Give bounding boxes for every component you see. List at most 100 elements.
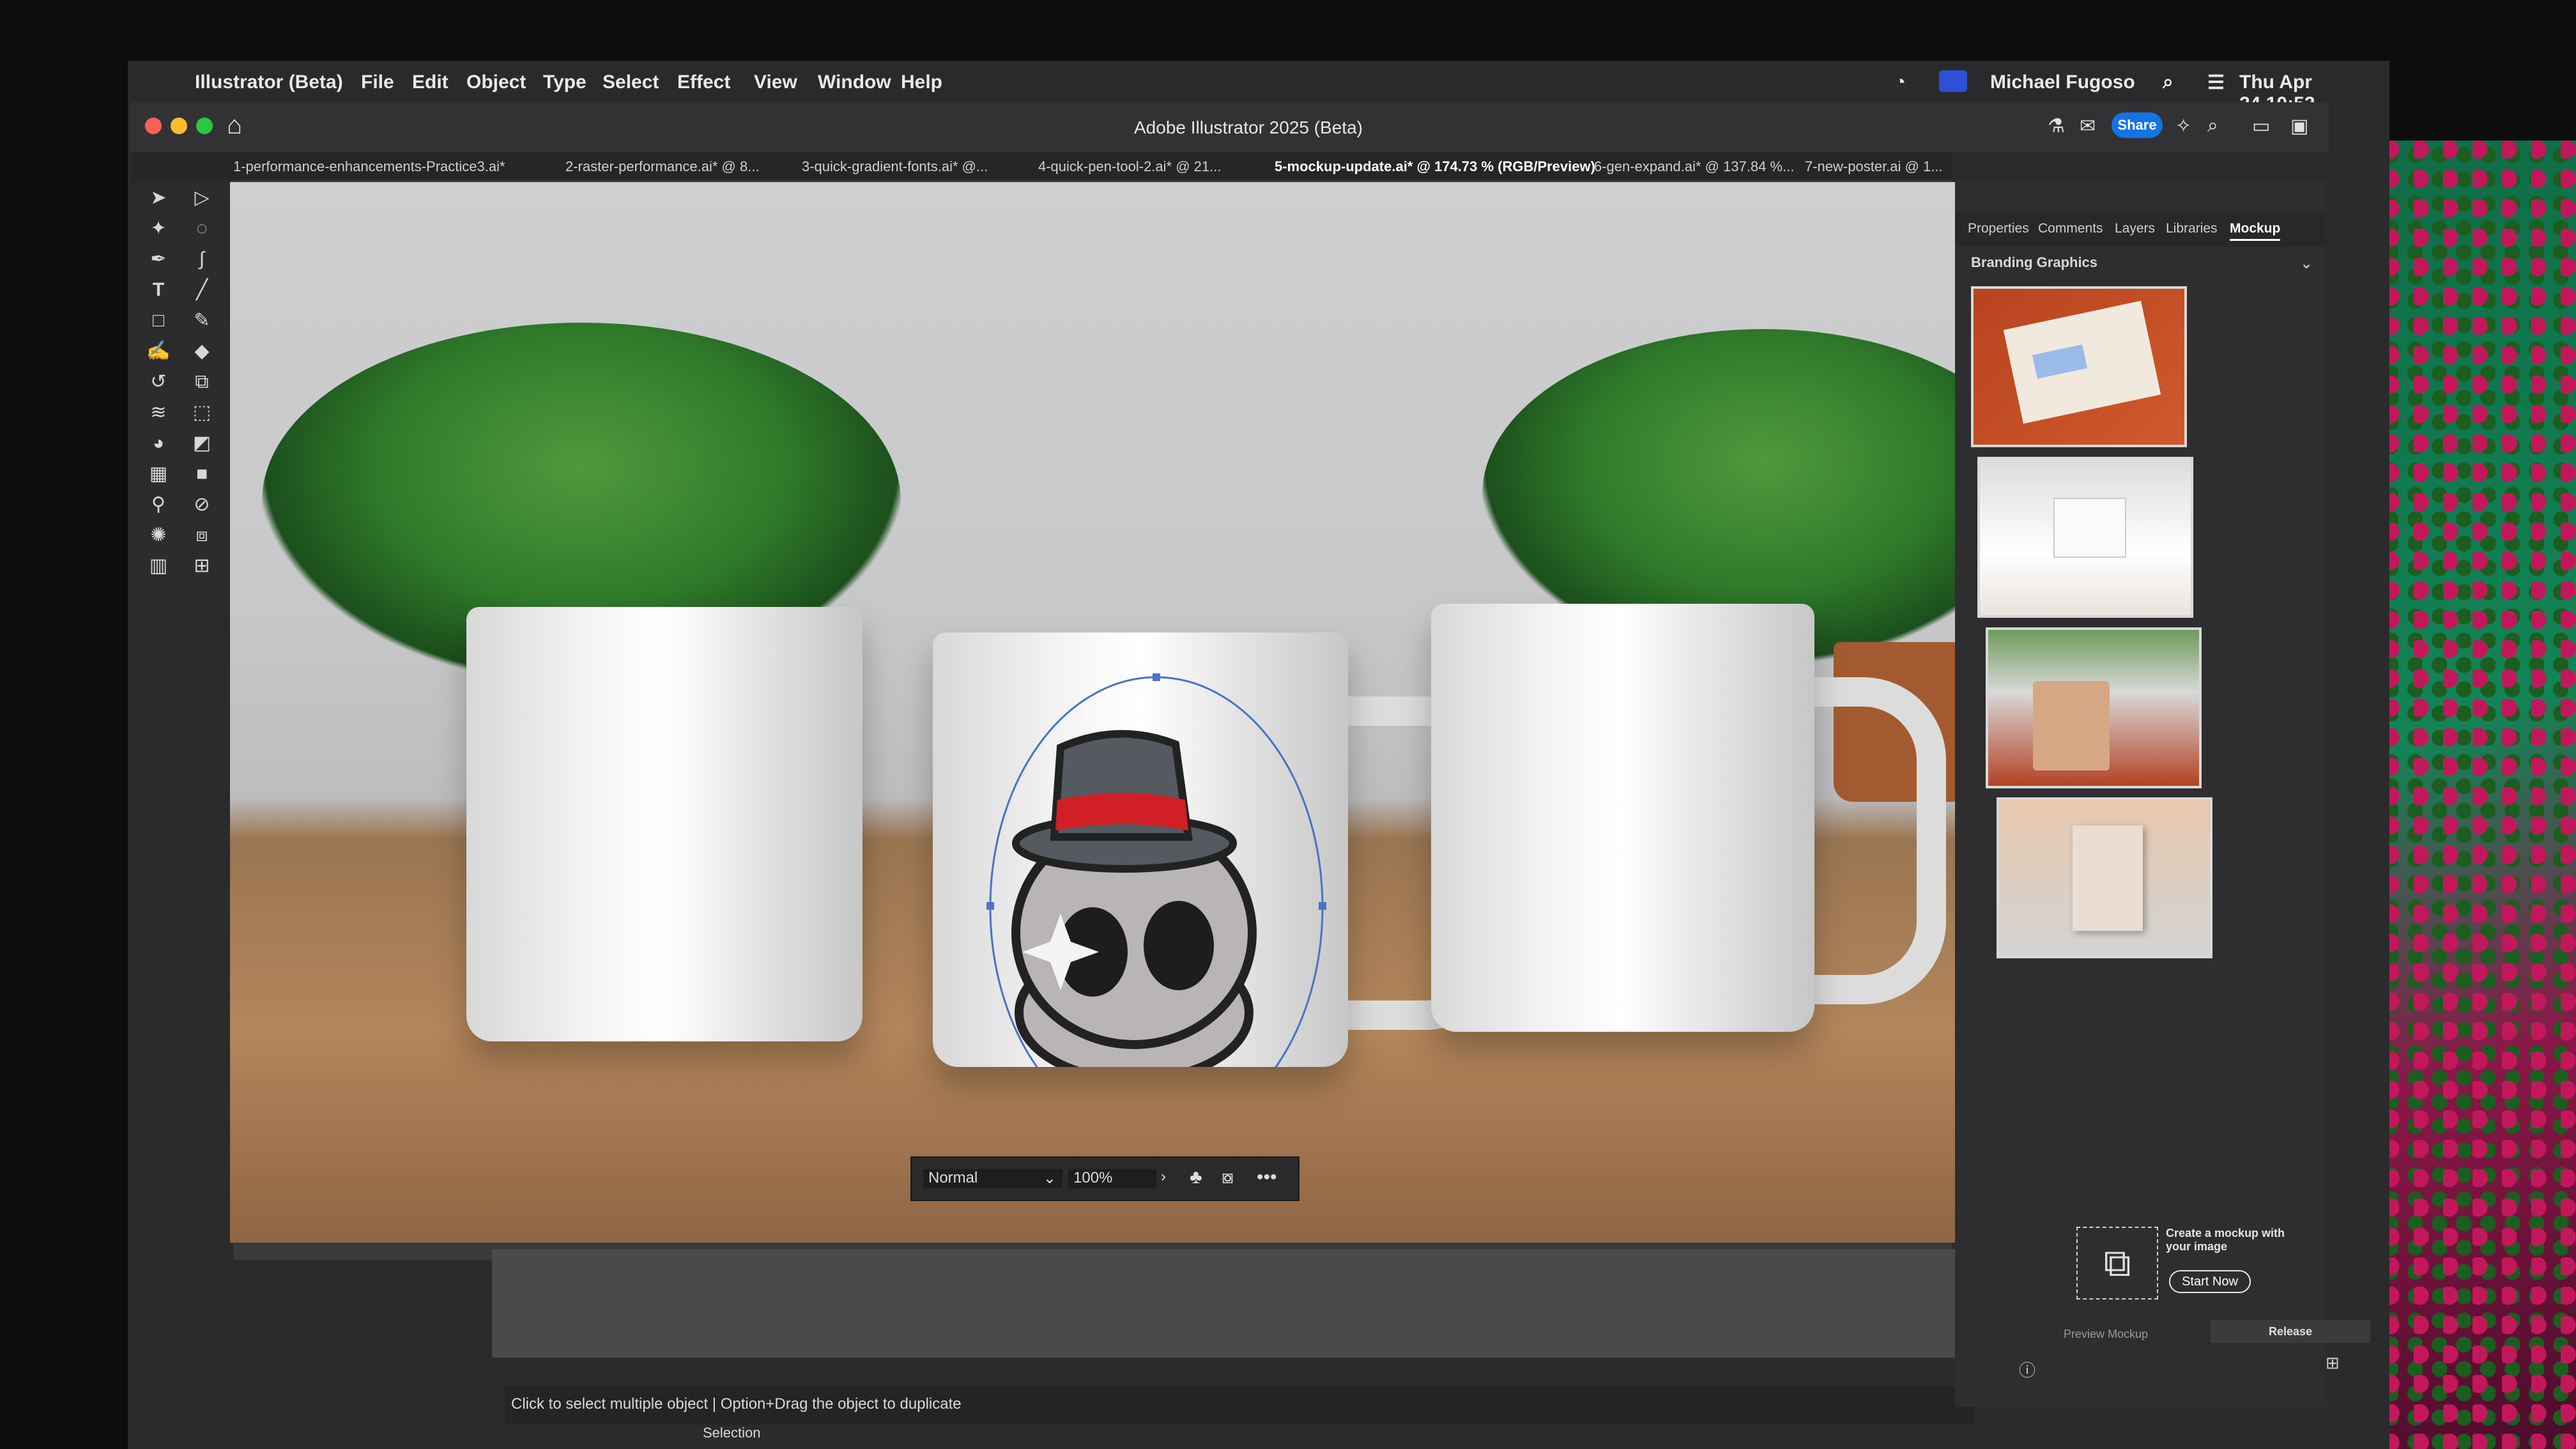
mockup-thumb-tote-bag[interactable] xyxy=(1986,627,2202,788)
mockup-thumb-notebook[interactable] xyxy=(1997,797,2212,958)
paintbrush-tool-icon[interactable]: ✎ xyxy=(188,309,215,332)
mug-left xyxy=(466,607,862,1041)
free-transform-tool-icon[interactable]: ⬚ xyxy=(188,401,215,424)
minimize-window-button[interactable] xyxy=(171,118,187,134)
info-icon[interactable]: ⓘ xyxy=(2019,1358,2035,1381)
menu-object[interactable]: Object xyxy=(466,72,526,93)
comments-icon[interactable]: ✉ xyxy=(2080,115,2096,137)
blend-mode-dropdown[interactable]: Normal ⌄ xyxy=(923,1169,1062,1188)
slice-tool-icon[interactable]: ⧈ xyxy=(188,524,215,547)
user-name[interactable]: Michael Fugoso xyxy=(1990,72,2135,93)
menu-view[interactable]: View xyxy=(754,72,797,93)
blend-mode-value: Normal xyxy=(928,1169,978,1186)
rectangle-tool-icon[interactable]: □ xyxy=(145,309,172,332)
tab-layers[interactable]: Layers xyxy=(2115,221,2155,236)
flask-icon[interactable]: ⚗ xyxy=(2048,115,2065,137)
preview-mockup-button[interactable]: Preview Mockup xyxy=(2064,1328,2148,1341)
panel-tabs: Properties Comments Layers Libraries Moc… xyxy=(1955,211,2326,247)
tote-bag-shape xyxy=(2033,681,2110,770)
tab-libraries[interactable]: Libraries xyxy=(2166,221,2218,236)
mesh-tool-icon[interactable]: ▦ xyxy=(145,463,172,486)
mockup-upload-icon[interactable]: ⧉ xyxy=(2076,1227,2158,1300)
line-tool-icon[interactable]: ╱ xyxy=(188,279,215,302)
tab-doc-3[interactable]: 3-quick-gradient-fonts.ai* @... xyxy=(802,158,988,175)
tab-doc-2[interactable]: 2-raster-performance.ai* @ 8... xyxy=(565,158,760,175)
recolor-icon[interactable]: ♣ xyxy=(1190,1167,1202,1188)
menu-window[interactable]: Window xyxy=(818,72,891,93)
more-options-icon[interactable]: ••• xyxy=(1257,1167,1277,1188)
opacity-field[interactable]: 100% xyxy=(1068,1169,1156,1188)
gradient-tool-icon[interactable]: ■ xyxy=(188,463,215,486)
tab-doc-7[interactable]: 7-new-poster.ai @ 1... xyxy=(1805,158,1943,175)
eyedropper-tool-icon[interactable]: ⚲ xyxy=(145,493,172,516)
business-card-shape xyxy=(2053,498,2126,558)
section-title: Branding Graphics xyxy=(1971,254,2098,270)
mask-icon[interactable]: ⧇ xyxy=(1222,1167,1234,1188)
tab-doc-5-active[interactable]: 5-mockup-update.ai* @ 174.73 % (RGB/Prev… xyxy=(1275,158,1595,175)
mug-logo-svg[interactable] xyxy=(933,632,1348,1067)
share-button[interactable]: Share xyxy=(2112,112,2163,138)
anchor-right[interactable] xyxy=(1319,902,1326,910)
expand-panel-icon[interactable]: ⊞ xyxy=(2326,1353,2340,1373)
tab-doc-4[interactable]: 4-quick-pen-tool-2.ai* @ 21... xyxy=(1038,158,1221,175)
status-hint: Click to select multiple object | Option… xyxy=(511,1395,962,1413)
tab-doc-6[interactable]: 6-gen-expand.ai* @ 137.84 %... xyxy=(1594,158,1794,175)
tab-doc-1[interactable]: 1-performance-enhancements-Practice3.ai* xyxy=(233,158,505,175)
pen-tool-icon[interactable]: ✒ xyxy=(145,248,172,271)
mug-center[interactable] xyxy=(933,632,1348,1067)
eraser-tool-icon[interactable]: ◆ xyxy=(188,340,215,363)
mockup-thumb-person-card[interactable] xyxy=(1977,457,2193,618)
menu-select[interactable]: Select xyxy=(602,72,659,93)
close-window-button[interactable] xyxy=(145,118,162,134)
mug-right xyxy=(1431,604,1814,1032)
magic-wand-tool-icon[interactable]: ✦ xyxy=(145,217,172,240)
curvature-tool-icon[interactable]: ∫ xyxy=(188,248,215,271)
selection-tool-icon[interactable]: ➤ xyxy=(145,187,172,210)
search-icon[interactable]: ⌕ xyxy=(2163,72,2174,93)
chevron-right-icon[interactable]: › xyxy=(1161,1168,1166,1186)
rotate-tool-icon[interactable]: ↺ xyxy=(145,371,172,394)
chevron-down-icon[interactable]: ⌄ xyxy=(2300,254,2313,273)
shape-builder-tool-icon[interactable]: ◕ xyxy=(145,432,172,455)
artboard-tool-icon[interactable]: ⊞ xyxy=(188,555,215,578)
menu-help[interactable]: Help xyxy=(901,72,942,93)
menu-type[interactable]: Type xyxy=(543,72,586,93)
arrange-documents-icon[interactable]: ▭ xyxy=(2252,115,2270,137)
status-bar: Click to select multiple object | Option… xyxy=(505,1386,1974,1425)
menu-file[interactable]: File xyxy=(361,72,394,93)
menu-app-name[interactable]: Illustrator (Beta) xyxy=(195,72,343,93)
screen-mirroring-icon[interactable] xyxy=(1939,70,1967,92)
lasso-tool-icon[interactable]: ◌ xyxy=(188,217,215,240)
mockup-photo[interactable] xyxy=(230,182,2044,1243)
menu-effect[interactable]: Effect xyxy=(677,72,730,93)
search-help-icon[interactable]: ⌕ xyxy=(2207,115,2218,137)
zoom-window-button[interactable] xyxy=(196,118,213,134)
anchor-left[interactable] xyxy=(986,902,994,910)
width-tool-icon[interactable]: ≋ xyxy=(145,401,172,424)
direct-selection-tool-icon[interactable]: ▷ xyxy=(188,187,215,210)
scale-tool-icon[interactable]: ⧉ xyxy=(188,371,215,394)
tab-mockup[interactable]: Mockup xyxy=(2230,221,2281,241)
perspective-tool-icon[interactable]: ◩ xyxy=(188,432,215,455)
shaper-tool-icon[interactable]: ✍ xyxy=(145,340,172,363)
chevron-down-icon: ⌄ xyxy=(1043,1170,1056,1187)
symbol-sprayer-tool-icon[interactable]: ✺ xyxy=(145,524,172,547)
contextual-task-bar: Normal ⌄ 100% › ♣ ⧇ ••• xyxy=(910,1156,1300,1201)
pasteboard[interactable] xyxy=(492,1249,1987,1358)
anchor-top[interactable] xyxy=(1153,673,1160,681)
release-button[interactable]: Release xyxy=(2211,1320,2370,1343)
tab-comments[interactable]: Comments xyxy=(2038,221,2103,236)
workspace-icon[interactable]: ▣ xyxy=(2290,115,2308,137)
mockup-thumb-envelope[interactable] xyxy=(1971,286,2187,447)
type-tool-icon[interactable]: T xyxy=(145,279,172,302)
home-icon[interactable]: ⌂ xyxy=(227,111,242,140)
tab-properties[interactable]: Properties xyxy=(1968,221,2029,236)
control-center-icon[interactable]: ☰ xyxy=(2207,72,2225,94)
title-bar: ⌂ Adobe Illustrator 2025 (Beta) ⚗ ✉ Shar… xyxy=(131,102,2329,152)
menu-edit[interactable]: Edit xyxy=(412,72,448,93)
start-now-button[interactable]: Start Now xyxy=(2169,1270,2251,1293)
status-icon[interactable]: ◔ xyxy=(1894,72,1906,93)
graph-tool-icon[interactable]: ▥ xyxy=(145,555,172,578)
blend-tool-icon[interactable]: ⊘ xyxy=(188,493,215,516)
discover-icon[interactable]: ✧ xyxy=(2175,115,2191,137)
